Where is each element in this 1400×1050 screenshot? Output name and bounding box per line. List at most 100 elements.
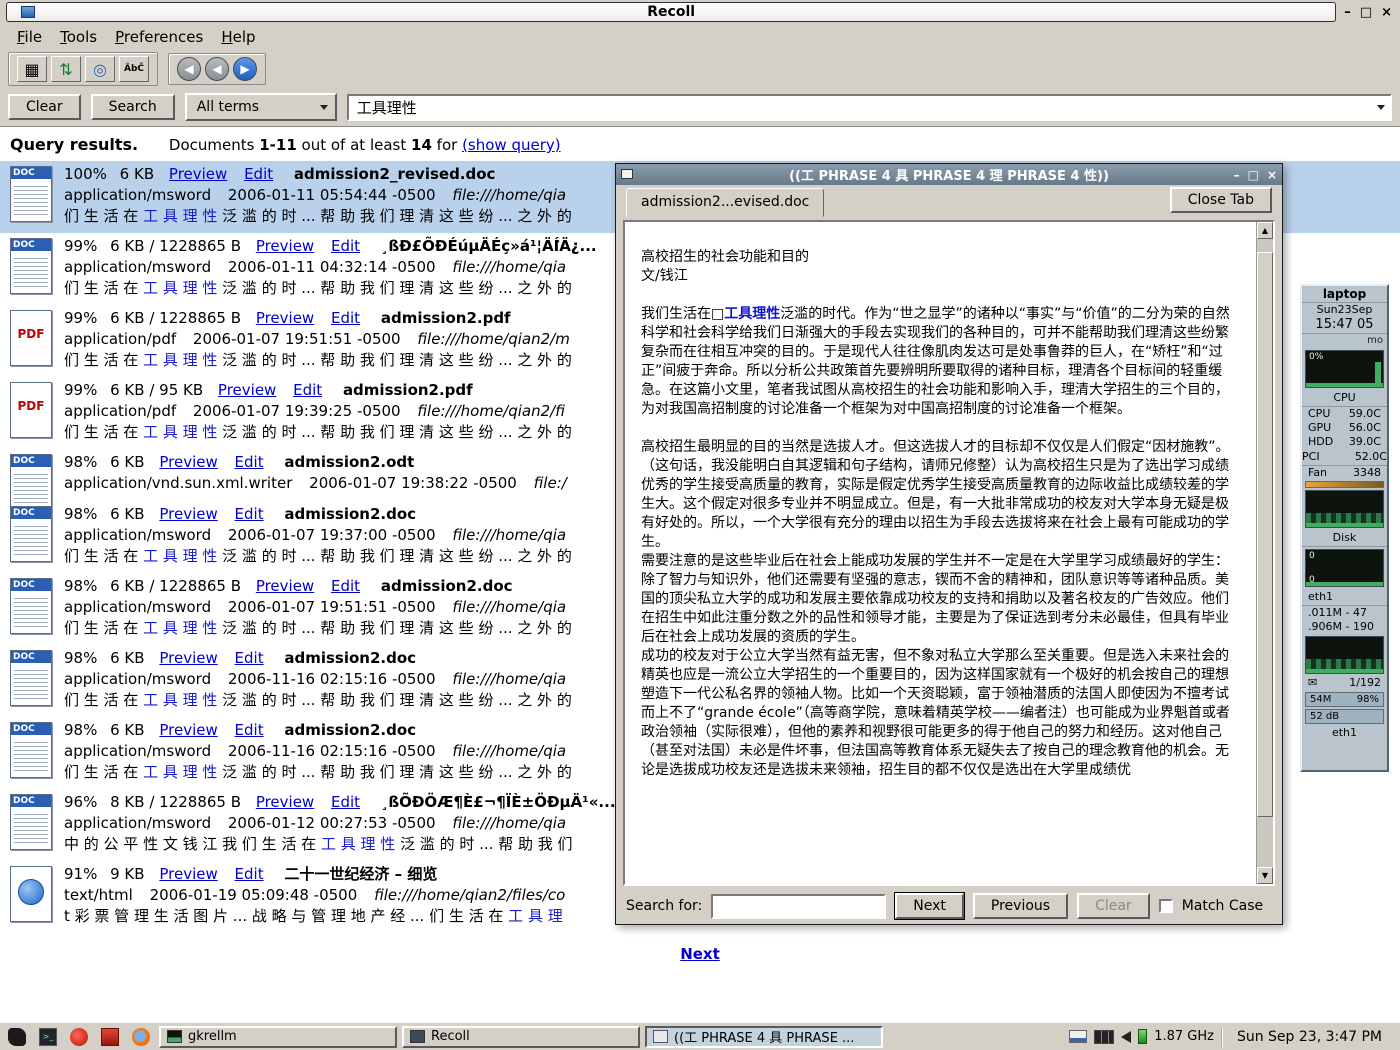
keyboard-layout-icon[interactable] <box>1069 1030 1087 1043</box>
menu-file[interactable]: File <box>8 26 51 48</box>
preview-link[interactable]: Preview <box>159 721 217 739</box>
preview-link[interactable]: Preview <box>256 309 314 327</box>
relevance-percent: 99% <box>64 381 97 399</box>
taskbar-item-preview[interactable]: ((工 PHRASE 4 具 PHRASE ... <box>645 1026 883 1048</box>
edit-link[interactable]: Edit <box>331 577 360 595</box>
edit-link[interactable]: Edit <box>235 453 264 471</box>
preview-link[interactable]: Preview <box>256 577 314 595</box>
mime-type: application/msword <box>64 526 211 544</box>
menu-help[interactable]: Help <box>212 26 264 48</box>
find-next-button[interactable]: Next <box>895 893 964 919</box>
file-size: 8 KB / 1228865 B <box>110 793 241 811</box>
scrollbar-thumb[interactable] <box>1257 252 1273 817</box>
close-icon[interactable]: × <box>1267 168 1277 182</box>
advanced-search-icon[interactable]: ▦ <box>17 56 47 82</box>
minimize-icon[interactable]: – <box>1344 6 1351 19</box>
window-titlebar[interactable]: Recoll <box>6 2 1336 22</box>
query-history-dropdown[interactable] <box>1372 96 1390 119</box>
preview-link[interactable]: Preview <box>159 865 217 883</box>
document-title: admission2.pdf <box>381 309 511 327</box>
scroll-up-icon[interactable]: ▲ <box>1257 222 1273 239</box>
edit-link[interactable]: Edit <box>235 505 264 523</box>
disk-read-value: 0 <box>1309 551 1315 561</box>
next-page-link[interactable]: Next <box>0 945 1400 963</box>
maximize-icon[interactable]: □ <box>1248 168 1259 182</box>
maximize-icon[interactable]: □ <box>1360 6 1372 19</box>
document-title: admission2.doc <box>284 721 416 739</box>
taskbar-item-gkrellm[interactable]: gkrellm <box>159 1026 397 1048</box>
firefox-icon[interactable] <box>128 1025 154 1049</box>
menu-preferences[interactable]: Preferences <box>106 26 212 48</box>
edit-link[interactable]: Edit <box>235 865 264 883</box>
file-type-label: DOC <box>11 651 51 663</box>
find-previous-button[interactable]: Previous <box>973 893 1068 919</box>
disk-section-label: Disk <box>1302 530 1387 547</box>
results-count-mid: out of at least <box>302 136 407 154</box>
task-icon <box>167 1030 182 1043</box>
snippet-pre: 们 生 活 在 <box>64 763 143 781</box>
taskbar-clock[interactable]: Sun Sep 23, 3:47 PM <box>1221 1027 1394 1047</box>
preview-app-icon <box>621 169 633 179</box>
workspace-pager-icon[interactable] <box>1094 1030 1114 1044</box>
next-page-icon[interactable]: ▶ <box>233 57 257 81</box>
first-page-icon[interactable]: ◀ <box>177 57 201 81</box>
menu-tools[interactable]: Tools <box>51 26 106 48</box>
term-explorer-icon[interactable]: ◎ <box>85 56 115 82</box>
terminal-icon[interactable]: >_ <box>35 1025 61 1049</box>
preview-link[interactable]: Preview <box>256 237 314 255</box>
close-icon[interactable]: × <box>1381 6 1392 19</box>
match-case-checkbox[interactable] <box>1159 899 1173 913</box>
spellcheck-icon[interactable]: ÂbĈ <box>119 56 149 82</box>
taskbar-item-recoll[interactable]: Recoll <box>402 1026 640 1048</box>
toolbar-group-nav: ◀ ◀ ▶ <box>168 53 266 85</box>
minimize-icon[interactable]: – <box>1234 168 1240 182</box>
edit-link[interactable]: Edit <box>331 309 360 327</box>
cpu-percent: 0% <box>1309 352 1323 362</box>
volume-icon[interactable] <box>1121 1031 1131 1043</box>
find-clear-button[interactable]: Clear <box>1077 893 1150 919</box>
battery-icon[interactable] <box>1138 1029 1147 1044</box>
preview-link[interactable]: Preview <box>159 505 217 523</box>
volume-bar: 52 dB <box>1305 709 1384 724</box>
edit-link[interactable]: Edit <box>293 381 322 399</box>
media-player-icon[interactable] <box>66 1025 92 1049</box>
edit-link[interactable]: Edit <box>235 649 264 667</box>
preview-tab[interactable]: admission2...evised.doc <box>626 188 824 217</box>
show-query-link[interactable]: (show query) <box>462 136 561 154</box>
prev-page-icon[interactable]: ◀ <box>205 57 229 81</box>
file-type-label: DOC <box>11 167 51 179</box>
search-mode-select[interactable]: All terms <box>185 93 337 121</box>
edit-link[interactable]: Edit <box>331 237 360 255</box>
query-field-wrap <box>347 94 1392 121</box>
paragraph-gap <box>641 286 1240 305</box>
doc-lines-decoration <box>14 255 48 290</box>
snippet-post: 泛 滥 的 时 ... 帮 助 我 们 理 清 这 些 纷 ... 之 外 的 <box>217 619 571 637</box>
mime-type: application/msword <box>64 742 211 760</box>
preview-scrollbar[interactable]: ▲ ▼ <box>1256 222 1273 884</box>
preview-link[interactable]: Preview <box>256 793 314 811</box>
close-tab-button[interactable]: Close Tab <box>1170 187 1272 213</box>
preview-link[interactable]: Preview <box>218 381 276 399</box>
preview-link[interactable]: Preview <box>169 165 227 183</box>
scrollbar-track[interactable] <box>1257 239 1273 867</box>
preview-link[interactable]: Preview <box>159 649 217 667</box>
sensor-value: 59.0C <box>1349 407 1381 421</box>
snippet-pre: 们 生 活 在 <box>64 279 143 297</box>
scroll-down-icon[interactable]: ▼ <box>1257 867 1273 884</box>
search-input[interactable] <box>355 97 1372 117</box>
sensor-row: PCI 52.0C <box>1302 449 1387 466</box>
find-input[interactable] <box>711 894 886 919</box>
edit-link[interactable]: Edit <box>331 793 360 811</box>
sensor-row: GPU 56.0C <box>1302 421 1387 435</box>
document-title: admission2.pdf <box>343 381 473 399</box>
clear-button[interactable]: Clear <box>8 94 81 120</box>
preview-link[interactable]: Preview <box>159 453 217 471</box>
sort-params-icon[interactable]: ⇅ <box>51 56 81 82</box>
preview-titlebar[interactable]: ((工 PHRASE 4 具 PHRASE 4 理 PHRASE 4 性)) –… <box>616 164 1282 185</box>
edit-link[interactable]: Edit <box>235 721 264 739</box>
app-menu-icon[interactable] <box>4 1025 30 1049</box>
package-manager-icon[interactable] <box>97 1025 123 1049</box>
edit-link[interactable]: Edit <box>244 165 273 183</box>
results-total: 14 <box>411 136 432 154</box>
search-button[interactable]: Search <box>91 94 175 120</box>
